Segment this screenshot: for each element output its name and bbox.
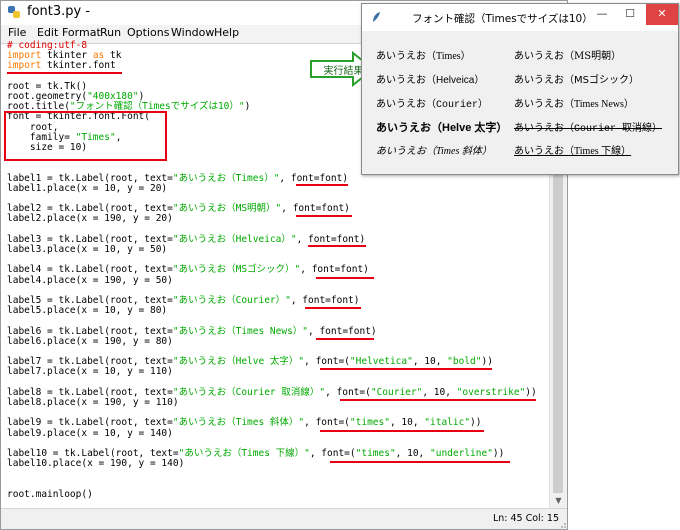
cursor-position: Ln: 45 Col: 15	[492, 513, 559, 524]
label-helveica: あいうえお（Helveica）	[376, 75, 485, 86]
font-underline-5	[305, 307, 361, 309]
code-line: label8.place(x = 190, y = 110)	[7, 397, 179, 408]
font-underline-10	[330, 461, 510, 463]
font-underline-8	[340, 399, 536, 401]
label-times-news: あいうえお（Times News）	[514, 99, 634, 110]
menu-help[interactable]: Help	[214, 26, 239, 39]
code-line: label5.place(x = 10, y = 80)	[7, 305, 168, 317]
resize-grip-icon[interactable]	[557, 519, 567, 529]
code-line: label3.place(x = 10, y = 50)	[7, 244, 168, 255]
font-underline-1	[296, 184, 348, 186]
label-times: あいうえお（Times）	[376, 51, 471, 62]
code-line: label7.place(x = 10, y = 110)	[7, 366, 173, 378]
minimize-button[interactable]: —	[588, 4, 616, 25]
label-courier-strike: あいうえお（Courier 取消線）	[514, 124, 663, 135]
font-underline-6	[316, 338, 374, 340]
menu-run[interactable]: Run	[100, 26, 121, 39]
font-underline-2	[296, 215, 352, 217]
tk-result-window: フォント確認（Timesでサイズは10） — ☐ ✕ あいうえお（Times） …	[361, 3, 679, 175]
close-button[interactable]: ✕	[646, 4, 678, 25]
code-line: label10.place(x = 190, y = 140)	[7, 458, 185, 470]
tk-titlebar[interactable]: フォント確認（Timesでサイズは10） — ☐ ✕	[362, 4, 678, 31]
status-bar: Ln: 45 Col: 15	[1, 508, 567, 529]
label-courier: あいうえお（Courier）	[376, 100, 489, 111]
tk-window-body: あいうえお（Times） あいうえお（MS明朝） あいうえお（Helveica）…	[362, 31, 678, 174]
menu-file[interactable]: File	[8, 26, 26, 39]
menu-format[interactable]: Format	[62, 26, 101, 39]
label-times-italic: あいうえお（Times 斜体）	[376, 146, 492, 157]
tk-feather-icon	[373, 12, 380, 22]
font-underline-3	[308, 245, 366, 247]
code-line: label2.place(x = 190, y = 20)	[7, 213, 173, 225]
font-underline-9	[320, 430, 484, 432]
scroll-down-arrow-icon[interactable]: ▼	[550, 493, 567, 509]
maximize-button[interactable]: ☐	[616, 4, 644, 25]
code-line: label6.place(x = 190, y = 80)	[7, 335, 173, 347]
code-line: root.mainloop()	[7, 488, 93, 500]
menu-options[interactable]: Options	[127, 26, 169, 39]
label-ms-mincho: あいうえお（MS明朝）	[514, 51, 622, 62]
python-idle-icon	[8, 6, 20, 18]
import-underline	[7, 72, 122, 74]
menu-edit[interactable]: Edit	[37, 26, 58, 39]
tk-window-title: フォント確認（Timesでサイズは10）	[412, 13, 593, 25]
code-line: label9.place(x = 10, y = 140)	[7, 427, 173, 439]
editor-title: font3.py -	[27, 4, 91, 19]
label-helve-bold: あいうえお（Helve 太字）	[376, 122, 508, 134]
font-underline-4	[316, 277, 374, 279]
label-ms-gothic: あいうえお（MSゴシック）	[514, 75, 639, 86]
code-line: import tkinter.font	[7, 60, 116, 72]
font-underline-7	[320, 368, 492, 370]
menu-window[interactable]: Window	[171, 26, 214, 39]
font-object-highlight-box	[4, 111, 167, 161]
label-times-underline: あいうえお（Times 下線）	[514, 146, 632, 157]
code-line: label1.place(x = 10, y = 20)	[7, 182, 168, 194]
code-line: label4.place(x = 190, y = 50)	[7, 274, 173, 286]
